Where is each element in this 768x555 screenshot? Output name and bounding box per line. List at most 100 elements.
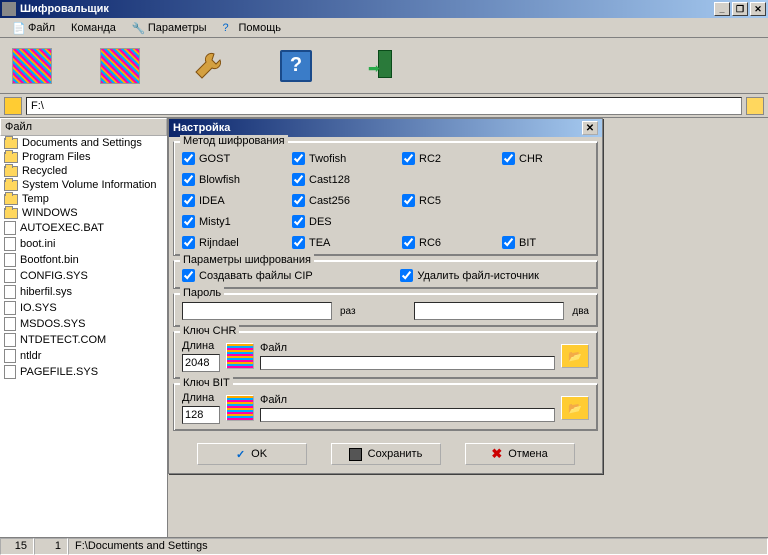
- chk-cast256[interactable]: Cast256: [292, 194, 402, 207]
- file-row[interactable]: PAGEFILE.SYS: [0, 364, 167, 380]
- exit-icon: ➡: [368, 50, 400, 82]
- floppy-icon: [349, 448, 362, 461]
- bit-key-group: Ключ BIT Длина Файл 📂: [173, 383, 598, 431]
- file-icon: [4, 349, 16, 363]
- file-name: boot.ini: [20, 238, 55, 250]
- toolbar-help-button[interactable]: ?: [272, 42, 320, 90]
- dialog-button-row: ✓OK Сохранить ✖Отмена: [173, 435, 598, 469]
- toolbar-cipher1-button[interactable]: [8, 42, 56, 90]
- file-list-header[interactable]: Файл: [0, 118, 167, 136]
- menu-help[interactable]: ?Помощь: [215, 20, 290, 36]
- file-row[interactable]: MSDOS.SYS: [0, 316, 167, 332]
- file-name: MSDOS.SYS: [20, 318, 85, 330]
- menu-params[interactable]: 🔧Параметры: [124, 20, 215, 36]
- folder-open-icon[interactable]: [746, 97, 764, 115]
- maximize-button[interactable]: ❐: [732, 2, 748, 16]
- chk-idea[interactable]: IDEA: [182, 194, 292, 207]
- file-icon: [4, 317, 16, 331]
- chk-chr[interactable]: CHR: [502, 152, 592, 165]
- file-row[interactable]: CONFIG.SYS: [0, 268, 167, 284]
- pwd-label-twice: два: [572, 306, 589, 317]
- chk-misty1[interactable]: Misty1: [182, 215, 292, 228]
- cancel-button[interactable]: ✖Отмена: [465, 443, 575, 465]
- toolbar-cipher2-button[interactable]: [96, 42, 144, 90]
- file-name: Bootfont.bin: [20, 254, 79, 266]
- menubar: 📄Файл Команда 🔧Параметры ?Помощь: [0, 18, 768, 38]
- wrench-icon: [192, 50, 224, 82]
- window-title: Шифровальщик: [20, 3, 712, 15]
- file-row[interactable]: ntldr: [0, 348, 167, 364]
- menu-file[interactable]: 📄Файл: [4, 20, 63, 36]
- file-name: NTDETECT.COM: [20, 334, 106, 346]
- ok-button[interactable]: ✓OK: [197, 443, 307, 465]
- folder-up-icon[interactable]: [4, 97, 22, 115]
- cipher-icon: [100, 48, 140, 84]
- file-row[interactable]: Documents and Settings: [0, 136, 167, 150]
- file-name: Documents and Settings: [22, 137, 142, 149]
- file-name: Recycled: [22, 165, 67, 177]
- save-button[interactable]: Сохранить: [331, 443, 441, 465]
- file-row[interactable]: WINDOWS: [0, 206, 167, 220]
- folder-icon: [4, 152, 18, 163]
- file-icon: [4, 269, 16, 283]
- password-input-1[interactable]: [182, 302, 332, 320]
- cipher-icon: [12, 48, 52, 84]
- password-group: Пароль раз два: [173, 293, 598, 327]
- folder-icon: 📂: [568, 402, 582, 415]
- chr-length-input[interactable]: [182, 354, 220, 372]
- dialog-title: Настройка: [173, 122, 582, 134]
- file-menu-icon: 📄: [12, 22, 24, 34]
- chk-des[interactable]: DES: [292, 215, 402, 228]
- file-row[interactable]: Temp: [0, 192, 167, 206]
- password-input-2[interactable]: [414, 302, 564, 320]
- toolbar-settings-button[interactable]: [184, 42, 232, 90]
- bit-length-input[interactable]: [182, 406, 220, 424]
- chk-delete-src[interactable]: Удалить файл-источник: [400, 269, 539, 282]
- path-input[interactable]: [26, 97, 742, 115]
- bit-file-input[interactable]: [260, 408, 555, 422]
- chk-cast128[interactable]: Cast128: [292, 173, 402, 186]
- file-row[interactable]: Bootfont.bin: [0, 252, 167, 268]
- file-row[interactable]: AUTOEXEC.BAT: [0, 220, 167, 236]
- chk-create-cip[interactable]: Создавать файлы CIP: [182, 269, 313, 282]
- file-row[interactable]: boot.ini: [0, 236, 167, 252]
- chk-rijndael[interactable]: Rijndael: [182, 236, 292, 249]
- bit-key-generate-button[interactable]: [226, 395, 254, 421]
- file-label: Файл: [260, 342, 555, 354]
- chk-blowfish[interactable]: Blowfish: [182, 173, 292, 186]
- toolbar-exit-button[interactable]: ➡: [360, 42, 408, 90]
- app-icon: [2, 2, 16, 16]
- file-row[interactable]: NTDETECT.COM: [0, 332, 167, 348]
- group-legend: Ключ CHR: [180, 325, 239, 337]
- close-button[interactable]: ✕: [750, 2, 766, 16]
- chk-rc2[interactable]: RC2: [402, 152, 502, 165]
- bit-file-open-button[interactable]: 📂: [561, 396, 589, 420]
- minimize-button[interactable]: _: [714, 2, 730, 16]
- chk-gost[interactable]: GOST: [182, 152, 292, 165]
- chk-twofish[interactable]: Twofish: [292, 152, 402, 165]
- file-name: IO.SYS: [20, 302, 57, 314]
- file-name: Program Files: [22, 151, 90, 163]
- menu-command[interactable]: Команда: [63, 20, 124, 36]
- wrench-icon: 🔧: [132, 22, 144, 34]
- file-name: ntldr: [20, 350, 41, 362]
- chk-rc6[interactable]: RC6: [402, 236, 502, 249]
- check-icon: ✓: [236, 448, 245, 461]
- chk-tea[interactable]: TEA: [292, 236, 402, 249]
- chr-file-open-button[interactable]: 📂: [561, 344, 589, 368]
- file-row[interactable]: IO.SYS: [0, 300, 167, 316]
- file-name: CONFIG.SYS: [20, 270, 88, 282]
- dialog-close-button[interactable]: ✕: [582, 121, 598, 135]
- file-name: Temp: [22, 193, 49, 205]
- chk-rc5[interactable]: RC5: [402, 194, 502, 207]
- file-row[interactable]: Recycled: [0, 164, 167, 178]
- file-icon: [4, 221, 16, 235]
- file-row[interactable]: hiberfil.sys: [0, 284, 167, 300]
- chr-file-input[interactable]: [260, 356, 555, 370]
- chk-bit[interactable]: BIT: [502, 236, 592, 249]
- file-icon: [4, 301, 16, 315]
- file-row[interactable]: System Volume Information: [0, 178, 167, 192]
- chr-key-generate-button[interactable]: [226, 343, 254, 369]
- cipher-method-group: Метод шифрования GOST Twofish RC2 CHR Bl…: [173, 141, 598, 256]
- file-row[interactable]: Program Files: [0, 150, 167, 164]
